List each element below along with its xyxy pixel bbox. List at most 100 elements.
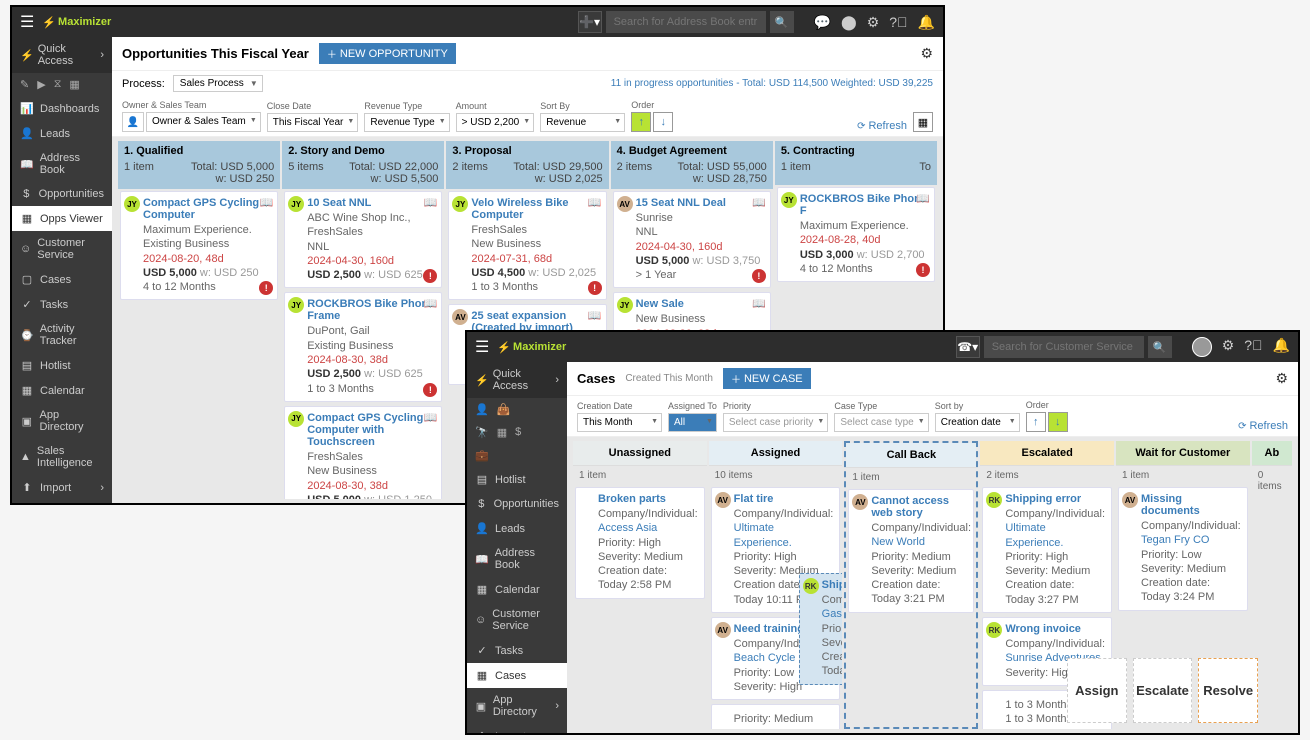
opportunity-card[interactable]: JY📖Compact GPS Cycling Computer with Tou…	[284, 406, 442, 499]
avatar-icon[interactable]: ⬤	[841, 14, 857, 31]
book-icon[interactable]: 📖	[424, 297, 438, 310]
book-icon[interactable]: 📖	[424, 411, 438, 424]
grid-view-icon[interactable]: ▦	[913, 112, 933, 132]
assigned-filter[interactable]: All	[668, 413, 717, 432]
assign-dropzone[interactable]: Assign	[1067, 658, 1127, 723]
sidebar-item-opportunities[interactable]: $Opportunities	[467, 492, 567, 516]
sort-asc-button[interactable]: ↑	[1026, 412, 1046, 432]
avatar-icon[interactable]	[1192, 337, 1212, 357]
sidebar-item-cases[interactable]: ▢Cases	[12, 267, 112, 292]
book-icon[interactable]: 📖	[260, 196, 274, 209]
opportunity-card[interactable]: JY📖ROCKBROS Bike Phone FrameDuPont, Gail…	[284, 292, 442, 401]
process-select[interactable]: Sales Process	[173, 75, 263, 92]
sidebar-item-hotlist[interactable]: ▤Hotlist	[467, 467, 567, 492]
dragging-card[interactable]: RKShipping errorCompany/Individual:Gas Z…	[799, 573, 843, 685]
binoculars-icon[interactable]: 🔭	[475, 426, 489, 439]
menu-icon[interactable]: ☰	[20, 12, 34, 32]
chat-icon[interactable]: 💬	[814, 14, 831, 31]
bell-icon[interactable]: 🔔	[1273, 337, 1290, 357]
sidebar-item-dashboards[interactable]: 📊Dashboards	[12, 96, 112, 121]
revenue-filter[interactable]: Revenue Type	[364, 113, 449, 132]
sidebar-item-hotlist[interactable]: ▤Hotlist	[12, 353, 112, 378]
gear-icon[interactable]: ⚙	[1222, 337, 1235, 357]
case-card[interactable]: AVCannot access web storyCompany/Individ…	[848, 489, 974, 613]
opportunity-card[interactable]: JY📖10 Seat NNLABC Wine Shop Inc., FreshS…	[284, 191, 442, 288]
play-icon[interactable]: ▶	[37, 78, 45, 91]
closedate-filter[interactable]: This Fiscal Year	[267, 113, 359, 132]
sidebar-item-customer-service[interactable]: ☺Customer Service	[467, 602, 567, 638]
book-icon[interactable]: 📖	[588, 309, 602, 322]
sidebar-item-tasks[interactable]: ✓Tasks	[12, 292, 112, 317]
search-input[interactable]	[984, 336, 1144, 358]
sort-desc-button[interactable]: ↓	[653, 112, 673, 132]
menu-icon[interactable]: ☰	[475, 337, 489, 357]
cam-icon[interactable]: 👜	[497, 403, 511, 416]
sidebar-item-cases[interactable]: ▦Cases	[467, 663, 567, 688]
book-icon[interactable]: 📖	[424, 196, 438, 209]
refresh-button[interactable]: ⟳ Refresh	[1238, 420, 1288, 432]
sidebar-item-opps-viewer[interactable]: ▦Opps Viewer	[12, 206, 112, 231]
sidebar-item-customer-service[interactable]: ☺Customer Service	[12, 231, 112, 267]
quick-access[interactable]: ⚡Quick Access›	[467, 362, 567, 398]
view-settings-icon[interactable]: ⚙	[1275, 370, 1288, 387]
sidebar-item-tasks[interactable]: ✓Tasks	[467, 638, 567, 663]
new-case-button[interactable]: ＋ NEW CASE	[723, 368, 811, 389]
opportunity-card[interactable]: JY📖Compact GPS Cycling ComputerMaximum E…	[120, 191, 278, 300]
view-settings-icon[interactable]: ⚙	[920, 45, 933, 62]
sidebar-item-administration[interactable]: ⚙Administration›	[12, 500, 112, 503]
case-card[interactable]: Broken partsCompany/Individual: Access A…	[575, 487, 705, 599]
help-icon[interactable]: ?⃝	[889, 14, 907, 31]
opportunity-card[interactable]: JY📖ROCKBROS Bike Phone FMaximum Experien…	[777, 187, 935, 282]
book-icon[interactable]: 📖	[916, 192, 930, 205]
sidebar-item-sales-intelligence[interactable]: ▲Sales Intelligence	[12, 439, 112, 475]
edit-icon[interactable]: ✎	[20, 78, 29, 91]
resolve-dropzone[interactable]: Resolve	[1198, 658, 1258, 723]
sidebar-item-leads[interactable]: 👤Leads	[12, 121, 112, 146]
amount-filter[interactable]: > USD 2,200	[456, 113, 535, 132]
cal-icon[interactable]: ▦	[69, 78, 79, 91]
case-card[interactable]: RKShipping errorCompany/Individual: Ulti…	[982, 487, 1112, 613]
gear-icon[interactable]: ⚙	[867, 14, 880, 31]
add-entry-icon[interactable]: ☎▾	[956, 336, 980, 358]
search-input[interactable]	[606, 11, 766, 33]
book-icon[interactable]: 📖	[752, 196, 766, 209]
edit-icon[interactable]: 👤	[475, 403, 489, 416]
dollar-icon[interactable]: $	[515, 426, 521, 439]
casetype-filter[interactable]: Select case type	[834, 413, 928, 432]
new-opportunity-button[interactable]: ＋ NEW OPPORTUNITY	[319, 43, 456, 64]
sidebar-item-calendar[interactable]: ▦Calendar	[12, 378, 112, 403]
cal-icon[interactable]: ▦	[497, 426, 507, 439]
quick-access[interactable]: ⚡Quick Access›	[12, 37, 112, 73]
sidebar-item-import[interactable]: ⬆Import›	[12, 475, 112, 500]
case-card[interactable]: AVMissing documentsCompany/Individual: T…	[1118, 487, 1248, 611]
search-button[interactable]: 🔍	[1148, 336, 1172, 358]
sort-asc-button[interactable]: ↑	[631, 112, 651, 132]
opportunity-card[interactable]: JY📖Velo Wireless Bike ComputerFreshSales…	[448, 191, 606, 300]
user-icon[interactable]: 👤	[122, 112, 144, 132]
sidebar-item-calendar[interactable]: ▦Calendar	[467, 577, 567, 602]
sidebar-item-import[interactable]: ⬆Import›	[467, 724, 567, 733]
bell-icon[interactable]: 🔔	[918, 14, 935, 31]
book-icon[interactable]: 📖	[588, 196, 602, 209]
sidebar-item-address-book[interactable]: 📖Address Book	[467, 541, 567, 577]
search-button[interactable]: 🔍	[770, 11, 794, 33]
case-card[interactable]: Priority: Medium	[711, 704, 841, 729]
refresh-button[interactable]: ⟳ Refresh	[857, 120, 907, 132]
book-icon[interactable]: 📖	[752, 297, 766, 310]
sidebar-item-app-directory[interactable]: ▣App Directory	[12, 403, 112, 439]
owner-filter[interactable]: Owner & Sales Team	[146, 112, 261, 132]
opportunity-card[interactable]: AV📖15 Seat NNL DealSunriseNNL2024-04-30,…	[613, 191, 771, 288]
add-entry-icon[interactable]: ➕▾	[578, 11, 602, 33]
sortby-filter[interactable]: Revenue	[540, 113, 625, 132]
sort-desc-button[interactable]: ↓	[1048, 412, 1068, 432]
sidebar-item-app-directory[interactable]: ▣App Directory›	[467, 688, 567, 724]
timer-icon[interactable]: ⧖	[54, 78, 62, 91]
help-icon[interactable]: ?⃝	[1244, 337, 1262, 357]
sidebar-item-address-book[interactable]: 📖Address Book	[12, 146, 112, 182]
sidebar-item-activity-tracker[interactable]: ⌚Activity Tracker	[12, 317, 112, 353]
escalate-dropzone[interactable]: Escalate	[1133, 658, 1193, 723]
sortby-filter[interactable]: Creation date	[935, 413, 1020, 432]
sidebar-item-leads[interactable]: 👤Leads	[467, 516, 567, 541]
creationdate-filter[interactable]: This Month	[577, 413, 662, 432]
sidebar-item-opportunities[interactable]: $Opportunities	[12, 182, 112, 206]
